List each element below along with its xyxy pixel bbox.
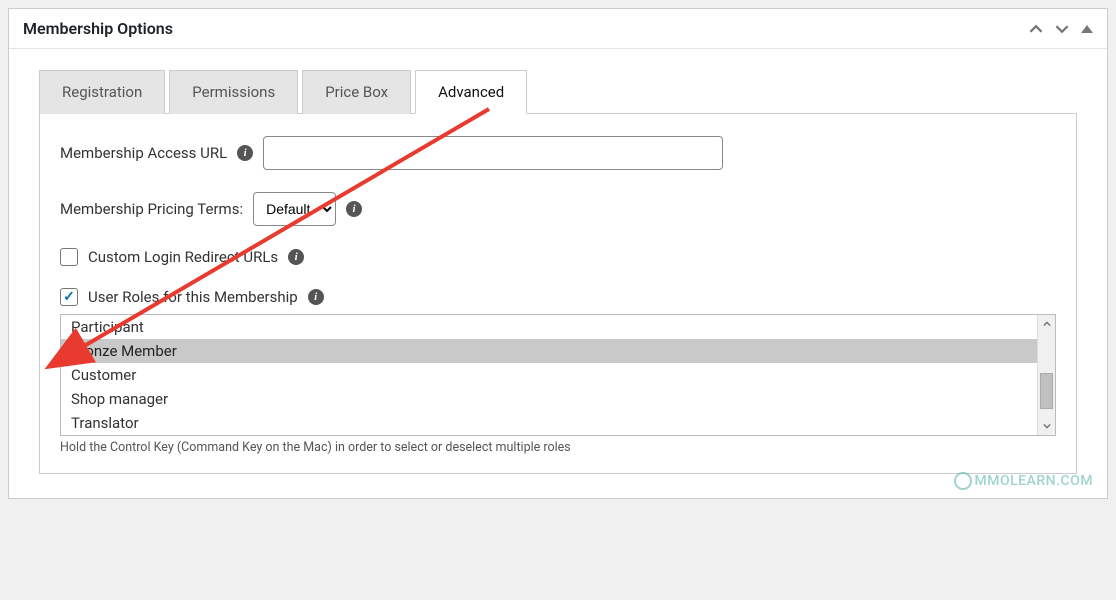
roles-multiselect[interactable]: Participant Bronze Member Customer Shop …: [60, 314, 1056, 436]
chevron-down-icon[interactable]: [1055, 22, 1069, 36]
role-option[interactable]: Participant: [61, 315, 1055, 339]
watermark: MMOLEARN.COM: [954, 472, 1093, 490]
scroll-track[interactable]: [1038, 333, 1055, 417]
scroll-down-icon[interactable]: [1038, 417, 1055, 435]
collapse-triangle-icon[interactable]: [1081, 25, 1093, 33]
role-option[interactable]: Bronze Member: [61, 339, 1055, 363]
custom-login-label: Custom Login Redirect URLs: [88, 248, 278, 266]
roles-list: Participant Bronze Member Customer Shop …: [61, 315, 1055, 435]
info-icon[interactable]: i: [346, 201, 362, 217]
tab-bar: Registration Permissions Price Box Advan…: [39, 69, 1077, 114]
access-url-input[interactable]: [263, 136, 723, 170]
roles-helper-text: Hold the Control Key (Command Key on the…: [60, 440, 1056, 455]
membership-options-panel: Membership Options Registration Permissi…: [8, 8, 1108, 499]
role-option[interactable]: Customer: [61, 363, 1055, 387]
chevron-up-icon[interactable]: [1029, 22, 1043, 36]
field-access-url: Membership Access URL i: [60, 136, 1056, 170]
pricing-terms-label: Membership Pricing Terms:: [60, 200, 243, 218]
scrollbar[interactable]: [1037, 315, 1055, 435]
tab-price-box[interactable]: Price Box: [302, 70, 411, 114]
panel-title: Membership Options: [23, 19, 173, 38]
watermark-logo-icon: [954, 472, 972, 490]
info-icon[interactable]: i: [308, 289, 324, 305]
field-pricing-terms: Membership Pricing Terms: Default i: [60, 192, 1056, 226]
panel-header: Membership Options: [9, 9, 1107, 49]
scroll-up-icon[interactable]: [1038, 315, 1055, 333]
tab-content: Membership Access URL i Membership Prici…: [39, 114, 1077, 474]
pricing-terms-select[interactable]: Default: [253, 192, 336, 226]
info-icon[interactable]: i: [237, 145, 253, 161]
access-url-label: Membership Access URL: [60, 144, 227, 162]
field-custom-login: Custom Login Redirect URLs i: [60, 248, 1056, 266]
scroll-thumb[interactable]: [1040, 373, 1053, 409]
user-roles-checkbox[interactable]: [60, 288, 78, 306]
watermark-text: MMOLEARN.COM: [974, 473, 1093, 489]
panel-header-controls: [1029, 22, 1093, 36]
tab-advanced[interactable]: Advanced: [415, 70, 527, 114]
user-roles-label: User Roles for this Membership: [88, 288, 298, 306]
tab-registration[interactable]: Registration: [39, 70, 165, 114]
role-option[interactable]: Translator: [61, 411, 1055, 435]
tab-permissions[interactable]: Permissions: [169, 70, 298, 114]
info-icon[interactable]: i: [288, 249, 304, 265]
panel-body: Registration Permissions Price Box Advan…: [9, 49, 1107, 498]
role-option[interactable]: Shop manager: [61, 387, 1055, 411]
field-user-roles: User Roles for this Membership i: [60, 288, 1056, 306]
custom-login-checkbox[interactable]: [60, 248, 78, 266]
